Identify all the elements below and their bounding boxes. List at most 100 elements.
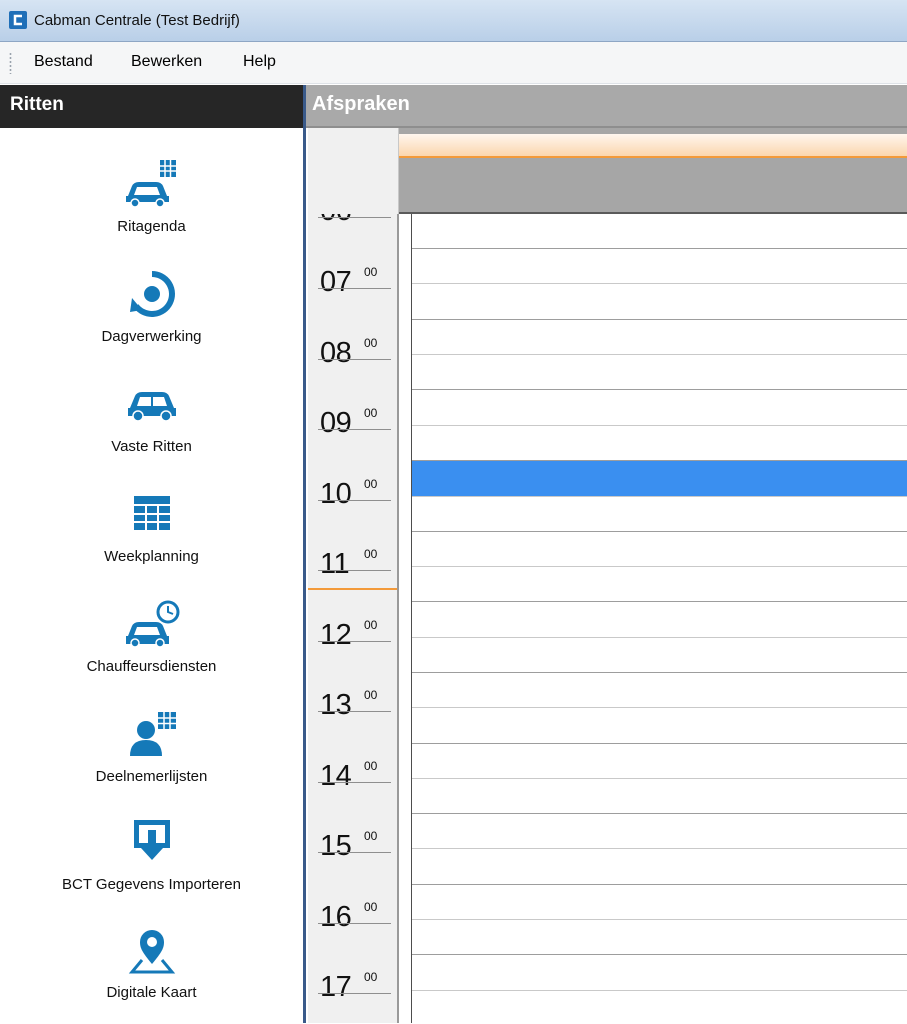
minute-label: 00 xyxy=(364,265,378,279)
minute-label: 00 xyxy=(364,759,378,773)
slot-line xyxy=(412,248,907,249)
time-ruler: 06 07 00 08 00 09 00 10 00 11 00 12 00 1… xyxy=(308,214,399,1023)
minute-label: 00 xyxy=(364,829,378,843)
minute-label: 00 xyxy=(364,688,378,702)
nav-label: Ritagenda xyxy=(117,218,186,235)
today-indicator xyxy=(399,134,907,158)
slot-line xyxy=(412,283,907,284)
slot-line xyxy=(412,954,907,955)
car-icon xyxy=(128,392,176,422)
hour-number: 14 xyxy=(320,760,352,792)
hour-label-12: 12 00 xyxy=(308,608,397,679)
hour-label-14: 14 00 xyxy=(308,749,397,820)
menu-bar: Bestand Bewerken Help xyxy=(0,42,907,84)
hour-line xyxy=(318,641,391,642)
slot-line xyxy=(412,884,907,885)
hour-line xyxy=(318,217,391,218)
person-list-icon xyxy=(130,712,176,756)
table-grid-icon xyxy=(134,496,170,530)
cabman-app-icon xyxy=(9,11,27,29)
slot-line xyxy=(412,848,907,849)
slot-line xyxy=(412,566,907,567)
nav-deelnemerlijsten[interactable]: Deelnemerlijsten xyxy=(0,708,303,808)
hour-label-15: 15 00 xyxy=(308,819,397,890)
hour-number: 09 xyxy=(320,407,352,439)
hour-number: 10 xyxy=(320,478,352,510)
hour-number: 15 xyxy=(320,830,352,862)
hour-label-07: 07 00 xyxy=(308,255,397,326)
hour-number: 08 xyxy=(320,337,352,369)
minute-label: 00 xyxy=(364,406,378,420)
slot-line xyxy=(412,707,907,708)
toolbar-grip[interactable] xyxy=(9,52,12,74)
hour-line xyxy=(318,359,391,360)
nav-weekplanning[interactable]: Weekplanning xyxy=(0,488,303,588)
nav-bct-gegevens-importeren[interactable]: BCT Gegevens Importeren xyxy=(0,816,303,916)
refresh-target-icon xyxy=(130,271,175,317)
hour-line xyxy=(318,923,391,924)
slot-line xyxy=(412,778,907,779)
slot-line xyxy=(412,601,907,602)
selected-time-slot[interactable] xyxy=(412,461,907,496)
hour-label-13: 13 00 xyxy=(308,678,397,749)
hour-label-17: 17 00 xyxy=(308,960,397,1023)
slot-line xyxy=(412,425,907,426)
hour-line xyxy=(318,429,391,430)
nav-label: Chauffeursdiensten xyxy=(86,658,217,675)
slot-line xyxy=(412,496,907,497)
hour-number: 07 xyxy=(320,266,352,298)
hour-line xyxy=(318,852,391,853)
menu-bewerken[interactable]: Bewerken xyxy=(131,53,202,71)
afspraken-panel-header: Afspraken xyxy=(306,85,907,128)
nav-ritagenda[interactable]: Ritagenda xyxy=(0,158,303,258)
nav-label: Vaste Ritten xyxy=(111,438,192,455)
minute-label: 00 xyxy=(364,477,378,491)
nav-dagverwerking[interactable]: Dagverwerking xyxy=(0,268,303,368)
hour-label-16: 16 00 xyxy=(308,890,397,961)
hour-label-11: 11 00 xyxy=(308,537,397,608)
hour-line xyxy=(318,782,391,783)
car-clock-icon xyxy=(126,600,180,648)
nav-digitale-kaart[interactable]: Digitale Kaart xyxy=(0,924,303,1024)
ritten-nav-panel: Ritagenda Dagverwerking Vaste Ritten Wee… xyxy=(0,128,303,1023)
hour-number: 17 xyxy=(320,971,352,1003)
slot-line xyxy=(412,637,907,638)
menu-help[interactable]: Help xyxy=(243,53,276,71)
slot-line xyxy=(412,813,907,814)
hour-line xyxy=(318,288,391,289)
minute-label: 00 xyxy=(364,336,378,350)
car-calendar-icon xyxy=(125,160,176,208)
window-title: Cabman Centrale (Test Bedrijf) xyxy=(34,12,240,29)
title-bar: Cabman Centrale (Test Bedrijf) xyxy=(0,0,907,42)
slot-line xyxy=(412,672,907,673)
hour-label-08: 08 00 xyxy=(308,326,397,397)
slot-line xyxy=(412,990,907,991)
nav-label: Weekplanning xyxy=(104,548,199,565)
appointments-grid[interactable] xyxy=(399,214,907,1023)
nav-label: Dagverwerking xyxy=(101,328,202,345)
ritten-panel-header: Ritten xyxy=(0,85,305,128)
hour-number: 13 xyxy=(320,689,352,721)
panel-splitter[interactable] xyxy=(303,85,306,1023)
minute-label: 00 xyxy=(364,547,378,561)
hour-number: 16 xyxy=(320,901,352,933)
hour-label-06: 06 xyxy=(308,214,397,255)
hour-line xyxy=(318,570,391,571)
slot-line xyxy=(412,389,907,390)
slot-line xyxy=(412,919,907,920)
nav-label: BCT Gegevens Importeren xyxy=(62,876,241,893)
hour-number: 11 xyxy=(320,548,350,580)
nav-vaste-ritten[interactable]: Vaste Ritten xyxy=(0,378,303,478)
map-pin-icon xyxy=(128,930,176,974)
hour-label-10: 10 00 xyxy=(308,467,397,538)
nav-chauffeursdiensten[interactable]: Chauffeursdiensten xyxy=(0,598,303,698)
slot-line xyxy=(412,319,907,320)
minute-label: 00 xyxy=(364,970,378,984)
current-time-marker xyxy=(308,588,397,590)
hour-number: 12 xyxy=(320,619,352,651)
grid-separator xyxy=(411,214,412,1023)
slot-line xyxy=(412,354,907,355)
minute-label: 00 xyxy=(364,618,378,632)
menu-bestand[interactable]: Bestand xyxy=(34,53,93,71)
monitor-import-icon xyxy=(134,820,170,860)
